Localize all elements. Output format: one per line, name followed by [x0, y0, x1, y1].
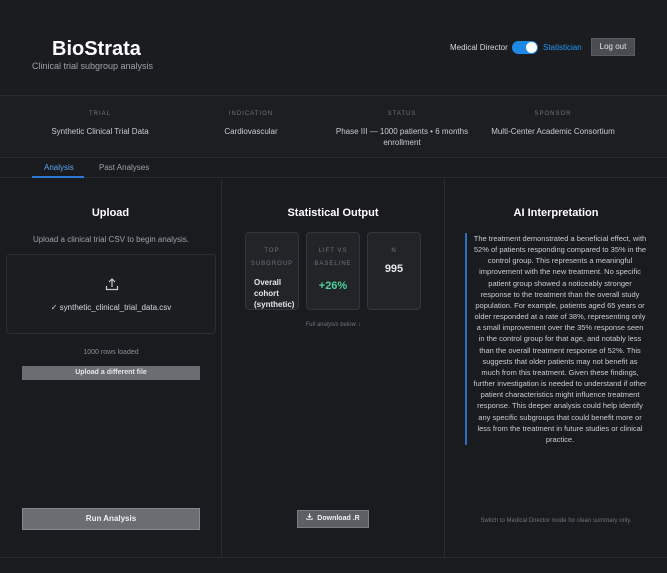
statistical-output-panel: Statistical Output TOP SUBGROUP Overall …	[222, 179, 445, 557]
tab-analysis[interactable]: Analysis	[44, 163, 74, 172]
info-indication-label: INDICATION	[228, 111, 274, 117]
stat-card-lift: LIFT VS BASELINE +26%	[306, 232, 360, 310]
upload-hint: Upload a clinical trial CSV to begin ana…	[32, 235, 190, 244]
stats-title: Statistical Output	[287, 207, 379, 219]
stat-label-lift: LIFT VS BASELINE	[314, 248, 352, 267]
ai-interpretation-panel: AI Interpretation The treatment demonstr…	[445, 179, 667, 557]
info-sponsor-label: SPONSOR	[534, 111, 572, 117]
stat-card-top-subgroup: TOP SUBGROUP Overall cohort (synthetic)	[245, 232, 299, 310]
mode-toggle[interactable]	[512, 41, 538, 54]
tab-past-analyses[interactable]: Past Analyses	[99, 163, 149, 172]
stat-label-n: N	[391, 248, 397, 254]
trial-info-bar: TRIAL Synthetic Clinical Trial Data INDI…	[0, 96, 667, 158]
toggle-knob	[526, 42, 537, 53]
brand-title: BioStrata	[52, 38, 141, 60]
info-trial-label: TRIAL	[88, 111, 111, 117]
info-status-value: Phase III — 1000 patients • 6 months enr…	[335, 127, 469, 147]
full-analysis-note: Full analysis below ↓	[305, 322, 361, 328]
upload-icon	[105, 278, 119, 291]
info-sponsor-value: Multi-Center Academic Consortium	[491, 127, 615, 136]
info-indication-value: Cardiovascular	[224, 127, 278, 136]
footer-divider	[0, 557, 667, 558]
switch-mode-note: Switch to Medical Director mode for clea…	[480, 518, 632, 524]
brand-tagline: Clinical trial subgroup analysis	[32, 61, 154, 71]
logout-button[interactable]: Log out	[591, 38, 635, 56]
active-tab-indicator	[32, 176, 84, 178]
upload-different-file-button[interactable]: Upload a different file	[22, 366, 200, 380]
interpretation-text: The treatment demonstrated a beneficial …	[465, 233, 647, 445]
app-header: BioStrata Clinical trial subgroup analys…	[0, 0, 667, 96]
info-status-label: STATUS	[387, 111, 417, 117]
tab-bar: Analysis Past Analyses	[0, 158, 667, 178]
upload-title: Upload	[91, 207, 130, 219]
upload-panel: Upload Upload a clinical trial CSV to be…	[0, 179, 222, 557]
stat-value-lift: +26%	[318, 280, 348, 292]
stat-card-n: N 995	[367, 232, 421, 310]
interpretation-title: AI Interpretation	[513, 207, 599, 219]
uploaded-file-name: ✓ synthetic_clinical_trial_data.csv	[50, 303, 172, 312]
download-label: Download .R	[317, 515, 360, 522]
stat-label-top-subgroup: TOP SUBGROUP	[250, 248, 294, 267]
mode-label-statistician[interactable]: Statistician	[543, 43, 582, 52]
run-analysis-button[interactable]: Run Analysis	[22, 508, 200, 530]
download-icon	[306, 513, 313, 520]
stat-value-top-subgroup: Overall cohort (synthetic)	[254, 278, 295, 309]
rows-loaded-text: 1000 rows loaded	[83, 349, 139, 356]
file-dropzone[interactable]: ✓ synthetic_clinical_trial_data.csv	[6, 254, 216, 334]
download-r-button[interactable]: Download .R	[297, 510, 369, 528]
info-trial-value: Synthetic Clinical Trial Data	[51, 127, 149, 136]
stat-value-n: 995	[384, 263, 404, 275]
mode-label-medical-director[interactable]: Medical Director	[450, 43, 508, 52]
